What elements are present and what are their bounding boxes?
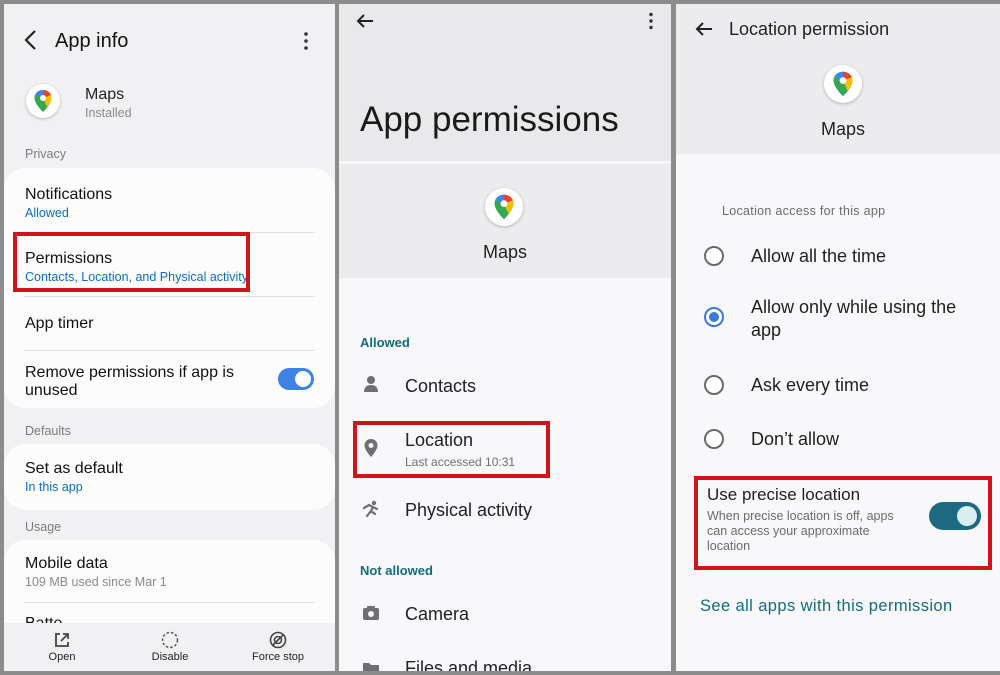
remove-permissions-label-line2: unused (25, 382, 78, 399)
mobile-data-item[interactable]: Mobile data 109 MB used since Mar 1 (4, 540, 335, 602)
precise-location-highlight-box (694, 476, 992, 570)
notifications-label: Notifications (25, 186, 113, 203)
location-permission-screen: Location permission Maps Location access… (676, 4, 1000, 671)
allowed-header: Allowed (360, 335, 410, 350)
open-label: Open (48, 651, 76, 663)
notifications-value: Allowed (25, 206, 69, 220)
physical-activity-label: Physical activity (405, 500, 533, 520)
ask-every-time-label: Ask every time (751, 375, 870, 395)
page-title: App permissions (360, 100, 619, 139)
set-as-default-item[interactable]: Set as default In this app (4, 444, 335, 510)
app-name: Maps (482, 242, 527, 262)
permissions-highlight-box (13, 232, 250, 292)
person-icon (361, 375, 381, 398)
mobile-data-value: 109 MB used since Mar 1 (25, 575, 167, 589)
radio-allow-all-time[interactable] (704, 246, 724, 266)
page-title: Location permission (729, 19, 890, 39)
bottom-action-bar: Open Disable Force stop (4, 623, 335, 671)
page-title: App info (55, 30, 129, 52)
radio-dont-allow[interactable] (704, 429, 724, 449)
radio-allow-while-using[interactable] (704, 307, 724, 327)
camera-label: Camera (405, 604, 470, 624)
running-icon (361, 500, 381, 523)
remove-permissions-item[interactable]: Remove permissions if app is unused (4, 351, 335, 408)
more-options-icon[interactable] (302, 31, 310, 56)
defaults-card: Set as default In this app (4, 444, 335, 510)
camera-icon (361, 605, 381, 626)
more-options-icon[interactable] (647, 12, 655, 35)
force-stop-label: Force stop (252, 651, 304, 663)
remove-permissions-toggle[interactable] (278, 368, 314, 390)
app-name: Maps (85, 86, 125, 103)
option-ask-every-time[interactable]: Ask every time (676, 366, 1000, 406)
app-timer-item[interactable]: App timer (4, 297, 335, 350)
section-usage: Usage (25, 520, 62, 534)
section-privacy: Privacy (25, 147, 66, 161)
force-stop-icon (233, 627, 323, 651)
set-as-default-value: In this app (25, 480, 83, 494)
physical-activity-permission-item[interactable]: Physical activity (339, 490, 671, 532)
remove-permissions-label-line1: Remove permissions if app is (25, 364, 234, 381)
see-all-apps-link[interactable]: See all apps with this permission (700, 597, 953, 616)
open-external-icon (17, 627, 107, 651)
dont-allow-label: Don’t allow (751, 429, 840, 449)
back-arrow-icon[interactable] (355, 13, 375, 34)
app-timer-label: App timer (25, 315, 94, 332)
disable-circle-icon (125, 627, 215, 651)
camera-permission-item[interactable]: Camera (339, 594, 671, 636)
not-allowed-header: Not allowed (360, 563, 433, 578)
divider (24, 602, 315, 603)
force-stop-button[interactable]: Force stop (233, 627, 323, 663)
app-permissions-screen: App permissions Maps Allowed Contacts Lo… (339, 4, 671, 671)
back-arrow-icon[interactable] (22, 28, 40, 57)
allow-while-using-label-line2: app (751, 320, 782, 340)
allow-while-using-label-line1: Allow only while using the (751, 297, 957, 317)
open-button[interactable]: Open (17, 627, 107, 663)
contacts-permission-item[interactable]: Contacts (339, 366, 671, 408)
set-as-default-label: Set as default (25, 460, 123, 477)
mobile-data-label: Mobile data (25, 555, 108, 572)
back-arrow-icon[interactable] (694, 21, 714, 42)
app-status: Installed (85, 106, 132, 120)
files-media-permission-item[interactable]: Files and media (339, 648, 671, 671)
option-allow-all-time[interactable]: Allow all the time (676, 236, 1000, 276)
notifications-item[interactable]: Notifications Allowed (4, 168, 335, 232)
disable-button[interactable]: Disable (125, 627, 215, 663)
disable-label: Disable (151, 651, 189, 663)
location-highlight-box (353, 421, 550, 478)
allow-all-time-label: Allow all the time (751, 246, 887, 266)
radio-ask-every-time[interactable] (704, 375, 724, 395)
maps-app-icon (824, 65, 862, 103)
location-access-label: Location access for this app (722, 204, 886, 218)
option-allow-while-using[interactable]: Allow only while using the app (676, 294, 1000, 346)
contacts-label: Contacts (405, 376, 477, 396)
files-media-label: Files and media (405, 658, 533, 671)
app-name: Maps (820, 119, 865, 139)
section-defaults: Defaults (25, 424, 71, 438)
app-info-screen: App info Maps Installed Privacy Notifica… (4, 4, 335, 671)
maps-app-icon (485, 188, 523, 226)
option-dont-allow[interactable]: Don’t allow (676, 420, 1000, 460)
maps-app-icon (26, 84, 60, 118)
folder-icon (361, 660, 381, 671)
